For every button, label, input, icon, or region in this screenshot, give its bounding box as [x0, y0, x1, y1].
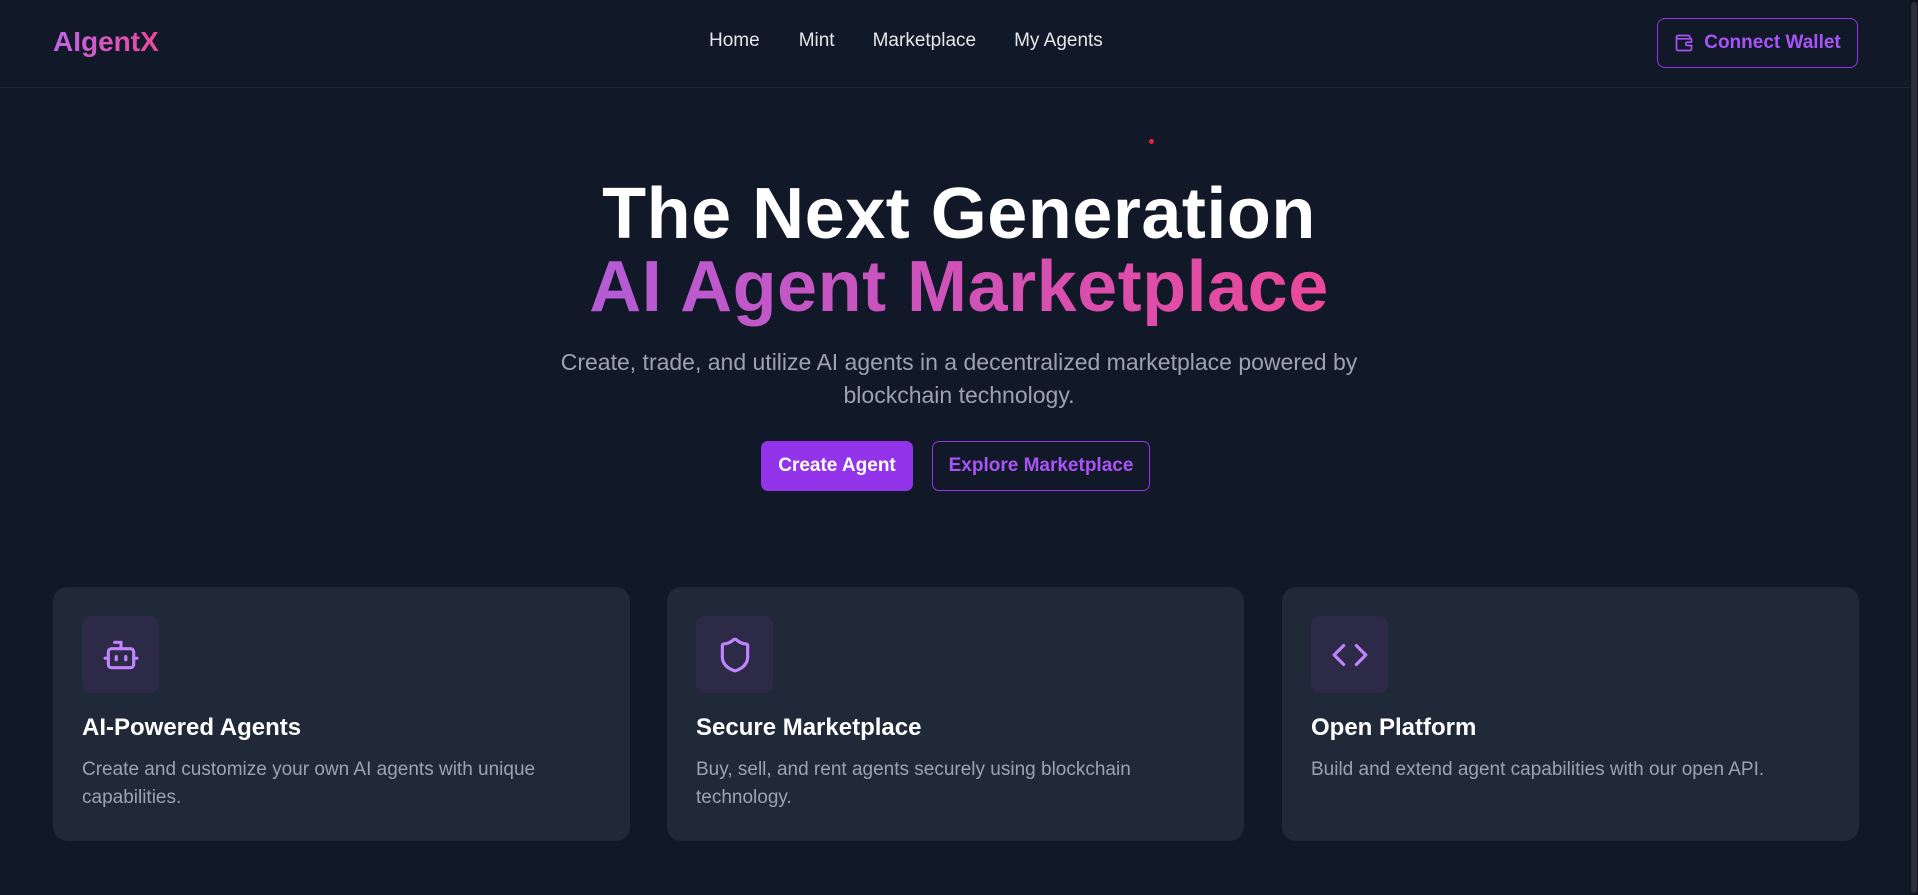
nav-link-marketplace[interactable]: Marketplace: [873, 30, 977, 52]
connect-wallet-label: Connect Wallet: [1704, 32, 1841, 53]
connect-wallet-button[interactable]: Connect Wallet: [1657, 18, 1858, 68]
shield-icon: [720, 637, 749, 672]
feature-icon-container: [696, 616, 773, 693]
scrollbar-thumb[interactable]: [1911, 2, 1917, 893]
main-nav: Home Mint Marketplace My Agents: [709, 30, 1103, 52]
decorative-dot: [1149, 139, 1154, 144]
top-navbar: AIgentX Home Mint Marketplace My Agents …: [0, 0, 1918, 88]
feature-title: Secure Marketplace: [696, 714, 922, 741]
nav-link-home[interactable]: Home: [709, 30, 760, 52]
hero-title-line1: The Next Generation: [602, 174, 1316, 254]
wallet-icon: [1675, 34, 1693, 52]
brand-logo[interactable]: AIgentX: [53, 26, 159, 58]
feature-description: Create and customize your own AI agents …: [82, 759, 536, 808]
feature-description: Build and extend agent capabilities with…: [1311, 759, 1765, 780]
code-icon: [1332, 643, 1367, 666]
feature-title: Open Platform: [1311, 714, 1477, 741]
feature-icon-container: [82, 616, 159, 693]
hero-title-gradient-text: AI Agent Marketplace: [589, 247, 1329, 327]
create-agent-button[interactable]: Create Agent: [761, 441, 913, 491]
feature-card-ai-agents: AI-Powered Agents Create and customize y…: [53, 587, 630, 841]
feature-title: AI-Powered Agents: [82, 714, 302, 741]
feature-icon-container: [1311, 616, 1388, 693]
robot-icon: [103, 640, 138, 669]
feature-card-open-platform: Open Platform Build and extend agent cap…: [1282, 587, 1859, 841]
nav-link-mint[interactable]: Mint: [799, 30, 835, 52]
explore-marketplace-button[interactable]: Explore Marketplace: [932, 441, 1150, 491]
hero-subtitle: Create, trade, and utilize AI agents in …: [560, 349, 1358, 408]
feature-description: Buy, sell, and rent agents securely usin…: [696, 759, 1131, 808]
hero-title-line2: AI Agent Marketplace: [0, 245, 1918, 329]
nav-link-my-agents[interactable]: My Agents: [1014, 30, 1103, 52]
feature-card-secure-marketplace: Secure Marketplace Buy, sell, and rent a…: [667, 587, 1244, 841]
